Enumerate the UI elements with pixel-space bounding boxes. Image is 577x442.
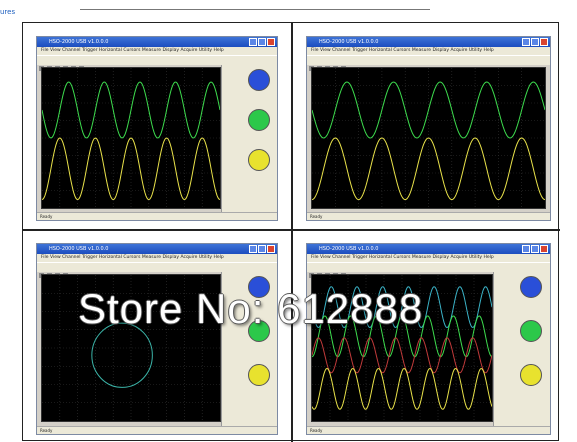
- minimize-icon[interactable]: [522, 245, 530, 253]
- close-icon[interactable]: [267, 38, 275, 46]
- grid-divider-horizontal: [23, 229, 560, 231]
- grid-divider-vertical: [291, 23, 293, 442]
- ch2-volts-knob[interactable]: [248, 149, 270, 171]
- oscilloscope-window-1: HSO-2000 USB v1.0.0.0 File View Channel …: [36, 36, 278, 221]
- scope-display[interactable]: [41, 67, 221, 209]
- maximize-icon[interactable]: [258, 245, 266, 253]
- toolbar: [307, 55, 550, 71]
- control-panel: [493, 272, 550, 426]
- maximize-icon[interactable]: [258, 38, 266, 46]
- window-titlebar: HSO-2000 USB v1.0.0.0: [307, 244, 550, 254]
- minimize-icon[interactable]: [522, 38, 530, 46]
- scope-display[interactable]: [311, 67, 546, 209]
- status-bar: Ready: [307, 426, 550, 434]
- window-titlebar: HSO-2000 USB v1.0.0.0: [307, 37, 550, 47]
- ch2-trace: [42, 137, 220, 201]
- menu-bar[interactable]: File View Channel Trigger Horizontal Cur…: [307, 47, 550, 55]
- maximize-icon[interactable]: [531, 38, 539, 46]
- ch1-volts-knob[interactable]: [520, 320, 542, 342]
- ch2-volts-knob[interactable]: [248, 364, 270, 386]
- waveform-svg: [312, 68, 545, 208]
- maximize-icon[interactable]: [531, 245, 539, 253]
- timebase-knob[interactable]: [248, 69, 270, 91]
- header-rule: [80, 9, 430, 10]
- close-icon[interactable]: [267, 245, 275, 253]
- toolbar: [37, 55, 277, 71]
- toolbar: [37, 262, 277, 278]
- minimize-icon[interactable]: [249, 38, 257, 46]
- timebase-knob[interactable]: [520, 276, 542, 298]
- store-watermark: Store No: 612888: [78, 285, 424, 332]
- ch1-trace: [42, 81, 220, 139]
- menu-bar[interactable]: File View Channel Trigger Horizontal Cur…: [37, 47, 277, 55]
- oscilloscope-window-3: HSO-2000 USB v1.0.0.0 File View Channel …: [36, 243, 278, 435]
- minimize-icon[interactable]: [249, 245, 257, 253]
- page-header: ures: [0, 0, 577, 16]
- window-titlebar: HSO-2000 USB v1.0.0.0: [37, 37, 277, 47]
- ch1-volts-knob[interactable]: [248, 109, 270, 131]
- menu-bar[interactable]: File View Channel Trigger Horizontal Cur…: [307, 254, 550, 262]
- oscilloscope-window-2: HSO-2000 USB v1.0.0.0 File View Channel …: [306, 36, 551, 221]
- ch1-trace: [312, 81, 545, 139]
- tab-fragment-label[interactable]: ures: [0, 8, 15, 16]
- screenshot-grid: HSO-2000 USB v1.0.0.0 File View Channel …: [22, 22, 560, 442]
- toolbar: [307, 262, 550, 278]
- status-bar: Ready: [37, 426, 277, 434]
- ch2-volts-knob[interactable]: [520, 364, 542, 386]
- menu-bar[interactable]: File View Channel Trigger Horizontal Cur…: [37, 254, 277, 262]
- status-bar: Ready: [307, 212, 550, 220]
- close-icon[interactable]: [540, 245, 548, 253]
- window-titlebar: HSO-2000 USB v1.0.0.0: [37, 244, 277, 254]
- control-panel: [221, 65, 277, 212]
- close-icon[interactable]: [540, 38, 548, 46]
- status-bar: Ready: [37, 212, 277, 220]
- oscilloscope-window-4: HSO-2000 USB v1.0.0.0 File View Channel …: [306, 243, 551, 435]
- waveform-svg: [42, 68, 220, 208]
